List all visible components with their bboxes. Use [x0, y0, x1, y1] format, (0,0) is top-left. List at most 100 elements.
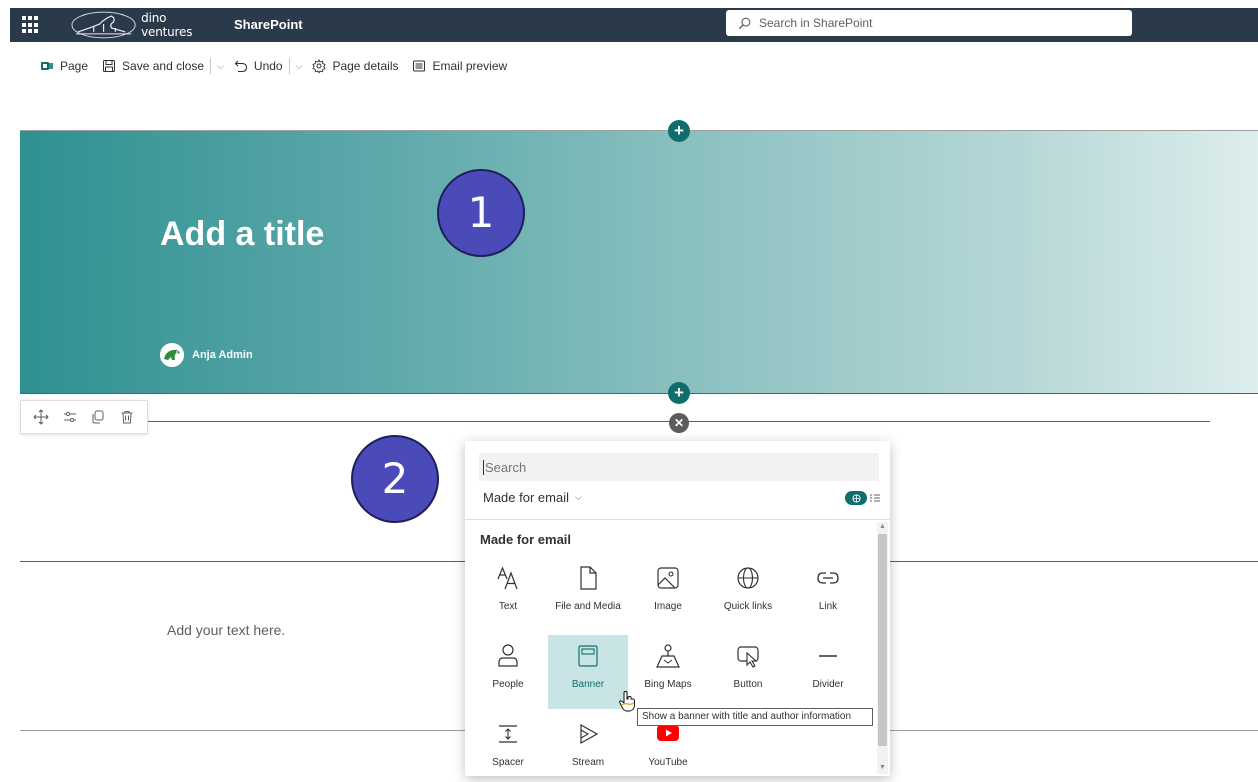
edit-properties-icon[interactable] — [62, 409, 78, 425]
save-icon — [103, 60, 116, 72]
search-placeholder: Search in SharePoint — [759, 16, 873, 30]
undo-button[interactable]: Undo — [234, 59, 283, 73]
text-web-part-placeholder[interactable]: Add your text here. — [167, 622, 285, 638]
callout-2: 2 — [351, 435, 439, 523]
author-name: Anja Admin — [192, 349, 253, 361]
tile-label: Stream — [571, 757, 605, 768]
avatar — [160, 343, 184, 367]
tile-label: Bing Maps — [644, 679, 692, 690]
app-name[interactable]: SharePoint — [234, 17, 303, 32]
person-icon — [498, 644, 518, 667]
dino-logo-icon — [71, 11, 136, 39]
page-label: Page — [60, 59, 89, 73]
save-and-close-button[interactable]: Save and close — [102, 59, 204, 73]
gear-icon — [312, 59, 327, 73]
image-icon — [657, 567, 679, 589]
tile-label: Image — [654, 601, 682, 612]
duplicate-icon[interactable] — [90, 409, 106, 425]
tile-label: Link — [818, 601, 838, 612]
logo-text: dino ventures — [141, 11, 193, 39]
callout-1: 1 — [437, 169, 525, 257]
sharepoint-page-editor: dino ventures SharePoint Search in Share… — [0, 0, 1258, 782]
spacer-icon — [499, 725, 517, 743]
web-part-button[interactable]: Button — [708, 635, 788, 709]
web-part-quick-links[interactable]: Quick links — [708, 557, 788, 631]
toolbox-search[interactable] — [479, 453, 879, 481]
email-preview-button[interactable]: Email preview — [412, 59, 507, 73]
globe-icon — [737, 567, 759, 589]
tile-label: YouTube — [648, 757, 688, 768]
scrollbar-thumb[interactable] — [878, 534, 887, 746]
file-icon — [580, 566, 597, 590]
view-toggle[interactable] — [845, 491, 881, 505]
tile-label: Banner — [571, 679, 605, 690]
page-details-button[interactable]: Page details — [312, 59, 398, 73]
add-section-button[interactable]: + — [668, 120, 690, 142]
banner-icon — [578, 645, 598, 667]
web-part-people[interactable]: People — [468, 635, 548, 709]
email-preview-label: Email preview — [432, 59, 508, 73]
undo-label: Undo — [253, 59, 283, 73]
section-divider — [20, 393, 1258, 394]
suite-bar: dino ventures SharePoint Search in Share… — [10, 8, 1258, 42]
hand-cursor-icon — [619, 691, 635, 712]
separator — [210, 58, 212, 74]
list-view-icon[interactable] — [869, 492, 881, 504]
tile-label: Text — [498, 601, 518, 612]
chevron-down-icon: ⌵ — [574, 492, 582, 502]
section-toolbar — [20, 400, 148, 434]
tile-label: Button — [733, 679, 763, 690]
email-preview-icon — [413, 60, 426, 72]
link-icon — [817, 572, 839, 584]
text-icon — [497, 566, 518, 590]
web-part-spacer[interactable]: Spacer — [468, 713, 548, 782]
page-title[interactable]: Add a title — [160, 215, 324, 254]
delete-icon[interactable] — [119, 409, 135, 425]
filter-label: Made for email — [483, 490, 569, 505]
toolbox-category-heading: Made for email — [480, 532, 572, 547]
undo-options-chevron-icon[interactable]: ⌵ — [296, 61, 303, 72]
search-icon — [738, 17, 751, 29]
web-part-text[interactable]: Text — [468, 557, 548, 631]
tile-label: Quick links — [723, 601, 773, 612]
page-button[interactable]: Page — [40, 59, 88, 73]
save-options-chevron-icon[interactable]: ⌵ — [217, 61, 224, 72]
move-icon[interactable] — [33, 409, 49, 425]
command-bar: Page Save and close ⌵ Undo ⌵ Page detail… — [40, 52, 521, 80]
web-part-stream[interactable]: Stream — [548, 713, 628, 782]
button-icon — [737, 646, 759, 668]
scroll-down-icon[interactable]: ▼ — [879, 764, 886, 771]
stream-icon — [580, 723, 599, 745]
separator — [288, 58, 290, 74]
tile-label: Divider — [812, 679, 844, 690]
page-icon — [41, 62, 53, 70]
toolbox-search-input[interactable] — [483, 459, 863, 475]
map-pin-icon — [656, 644, 680, 668]
page-details-label: Page details — [332, 59, 399, 73]
scroll-up-icon[interactable]: ▲ — [879, 523, 886, 530]
title-banner[interactable]: Add a title Anja Admin — [20, 131, 1258, 393]
web-part-image[interactable]: Image — [628, 557, 708, 631]
tile-label: People — [492, 679, 524, 690]
web-part-link[interactable]: Link — [788, 557, 868, 631]
web-part-divider[interactable]: Divider — [788, 635, 868, 709]
divider-icon — [819, 655, 837, 657]
tile-label: Spacer — [492, 757, 524, 768]
close-toolbox-button[interactable]: ✕ — [669, 413, 689, 433]
web-part-file-and-media[interactable]: File and Media — [548, 557, 628, 631]
site-logo[interactable]: dino ventures — [70, 10, 220, 40]
author-byline[interactable]: Anja Admin — [160, 343, 253, 367]
tile-label: File and Media — [555, 601, 621, 612]
toolbox-filter-dropdown[interactable]: Made for email ⌵ — [483, 490, 582, 505]
toolbox-scrollbar[interactable]: ▲ ▼ — [877, 522, 888, 774]
toolbox-divider — [465, 519, 890, 520]
web-part-bing-maps[interactable]: Bing Maps — [628, 635, 708, 709]
sharepoint-search[interactable]: Search in SharePoint — [726, 10, 1132, 36]
undo-icon — [234, 60, 247, 73]
dino-avatar-icon — [160, 343, 184, 367]
web-part-banner[interactable]: Banner — [548, 635, 628, 709]
grid-view-icon[interactable] — [845, 491, 867, 505]
save-and-close-label: Save and close — [122, 59, 205, 73]
app-launcher-icon[interactable] — [22, 16, 40, 34]
add-section-button[interactable]: + — [668, 382, 690, 404]
